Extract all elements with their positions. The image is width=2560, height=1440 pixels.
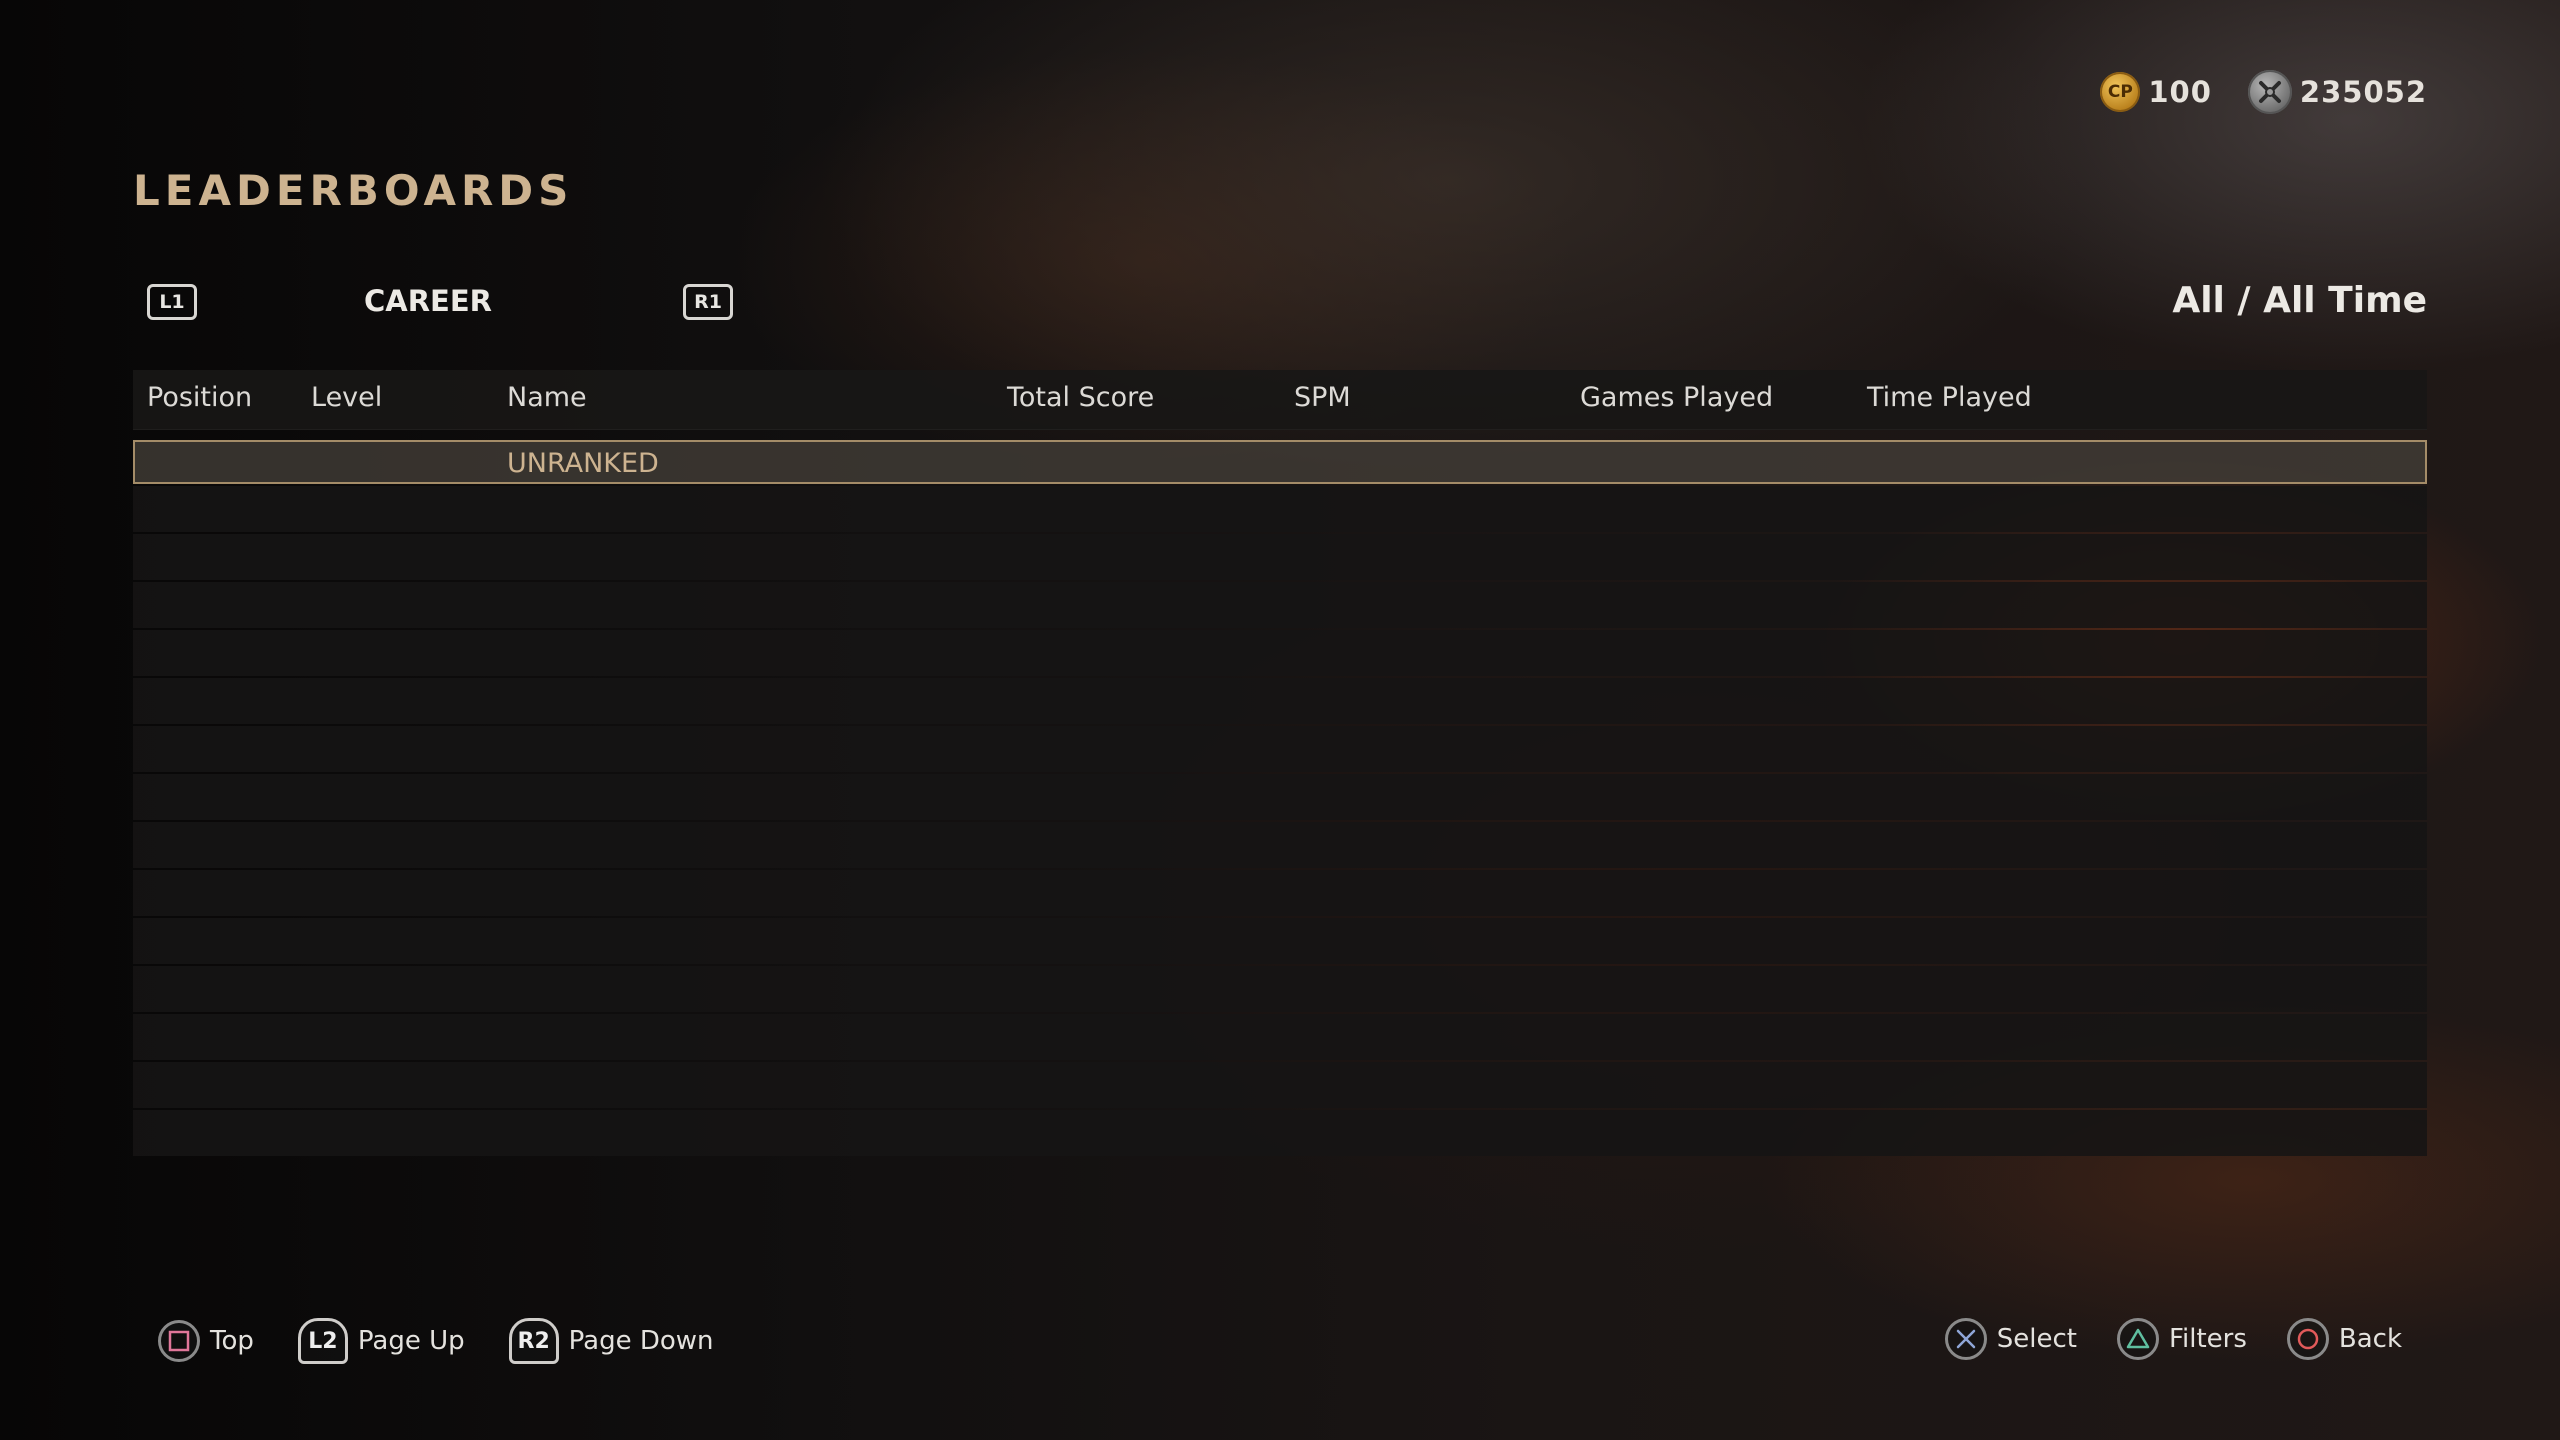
leaderboards-screen: CP 100 235052 LEADERBOARDS L1 CAREER R1 … bbox=[0, 0, 2560, 1440]
column-header-level: Level bbox=[311, 382, 383, 413]
table-row[interactable] bbox=[133, 534, 2427, 580]
prompt-page-down[interactable]: R2 Page Down bbox=[508, 1318, 714, 1364]
currency-display: CP 100 235052 bbox=[2100, 70, 2427, 114]
cod-points: CP 100 bbox=[2100, 72, 2212, 112]
prompt-filters-label: Filters bbox=[2168, 1324, 2247, 1354]
column-header-games-played: Games Played bbox=[1580, 382, 1774, 413]
cod-points-value: 100 bbox=[2148, 75, 2212, 109]
prompt-page-down-label: Page Down bbox=[568, 1326, 714, 1356]
prompt-page-up-label: Page Up bbox=[357, 1326, 465, 1356]
prompt-select[interactable]: Select bbox=[1944, 1318, 2077, 1360]
prompt-top[interactable]: Top bbox=[158, 1320, 254, 1362]
table-row[interactable] bbox=[133, 774, 2427, 820]
table-row[interactable] bbox=[133, 822, 2427, 868]
prompt-back[interactable]: Back bbox=[2286, 1318, 2402, 1360]
square-button-icon bbox=[158, 1320, 200, 1362]
cod-points-icon: CP bbox=[2100, 72, 2141, 112]
prompt-page-up[interactable]: L2 Page Up bbox=[297, 1318, 465, 1364]
column-header-position: Position bbox=[147, 382, 253, 413]
prompt-filters[interactable]: Filters bbox=[2116, 1318, 2247, 1360]
table-row[interactable] bbox=[133, 870, 2427, 916]
table-row[interactable] bbox=[133, 486, 2427, 532]
circle-button-icon bbox=[2286, 1318, 2329, 1360]
prompt-select-label: Select bbox=[1996, 1324, 2077, 1354]
filter-label: All / All Time bbox=[2172, 280, 2427, 321]
armory-credits-value: 235052 bbox=[2299, 75, 2427, 109]
l2-trigger-icon: L2 bbox=[297, 1318, 348, 1364]
cell-name: UNRANKED bbox=[507, 448, 659, 479]
table-row[interactable] bbox=[133, 1110, 2427, 1156]
triangle-button-icon bbox=[2116, 1318, 2159, 1360]
column-header-name: Name bbox=[507, 382, 587, 413]
page-title: LEADERBOARDS bbox=[133, 166, 574, 215]
r1-bumper-icon[interactable]: R1 bbox=[683, 284, 733, 320]
table-header: Position Level Name Total Score SPM Game… bbox=[133, 370, 2427, 430]
table-row[interactable] bbox=[133, 726, 2427, 772]
table-row[interactable] bbox=[133, 1062, 2427, 1108]
r2-trigger-icon: R2 bbox=[508, 1318, 559, 1364]
cross-button-icon bbox=[1944, 1318, 1987, 1360]
table-row[interactable] bbox=[133, 918, 2427, 964]
prompt-back-label: Back bbox=[2338, 1324, 2402, 1354]
table-row[interactable] bbox=[133, 1014, 2427, 1060]
table-body: UNRANKED bbox=[133, 440, 2427, 1156]
tab-career[interactable]: CAREER bbox=[283, 284, 573, 318]
category-tabbar: L1 CAREER R1 All / All Time bbox=[133, 280, 2427, 322]
table-row[interactable] bbox=[133, 630, 2427, 676]
table-row[interactable]: UNRANKED bbox=[133, 440, 2427, 484]
column-header-total-score: Total Score bbox=[1007, 382, 1155, 413]
table-row[interactable] bbox=[133, 678, 2427, 724]
armory-credits-icon bbox=[2247, 70, 2292, 114]
l1-bumper-icon[interactable]: L1 bbox=[147, 284, 197, 320]
column-header-spm: SPM bbox=[1294, 382, 1351, 413]
footer-prompts-right: Select Filters Back bbox=[1944, 1318, 2402, 1360]
column-header-time-played: Time Played bbox=[1867, 382, 2032, 413]
prompt-top-label: Top bbox=[210, 1326, 254, 1356]
armory-credits: 235052 bbox=[2247, 70, 2427, 114]
table-row[interactable] bbox=[133, 966, 2427, 1012]
leaderboard-table: Position Level Name Total Score SPM Game… bbox=[133, 370, 2427, 1158]
footer-prompts-left: Top L2 Page Up R2 Page Down bbox=[158, 1318, 714, 1364]
table-row[interactable] bbox=[133, 582, 2427, 628]
